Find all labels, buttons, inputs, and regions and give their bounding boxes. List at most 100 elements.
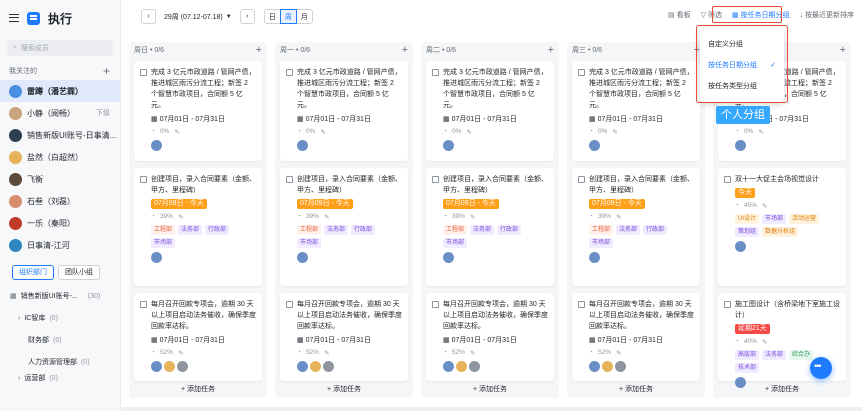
chevron-right-icon[interactable]: › bbox=[18, 375, 20, 382]
task-checkbox[interactable] bbox=[578, 301, 585, 308]
member-item[interactable]: 小静（阅畅） 下级 bbox=[0, 102, 120, 124]
add-task-icon[interactable]: + bbox=[402, 44, 408, 56]
task-checkbox[interactable] bbox=[286, 69, 293, 76]
task-card[interactable]: 创建项目，录入合同要素（金额、甲方、里程碑） 07月09日 - 今天 ◔ 39% ✎ 工程… bbox=[572, 168, 700, 286]
member-item[interactable]: 销售新版UI账号-日事清... bbox=[0, 124, 120, 146]
task-card[interactable]: 创建项目，录入合同要素（金额、甲方、里程碑） 07月09日 - 今天 ◔ 39% ✎ 工程… bbox=[134, 168, 262, 286]
edit-icon[interactable]: ✎ bbox=[762, 338, 767, 346]
tree-item-finance[interactable]: 财务部 (0) bbox=[0, 329, 120, 351]
tag-chip[interactable]: 法务部 bbox=[178, 225, 203, 235]
tag-chip[interactable]: 活动运营 bbox=[789, 214, 820, 224]
member-item[interactable]: 石叁（刘磊） bbox=[0, 190, 120, 212]
add-task-button[interactable]: + 添加任务 bbox=[567, 384, 705, 394]
edit-icon[interactable]: ✎ bbox=[612, 128, 617, 136]
avatar[interactable] bbox=[456, 361, 467, 372]
view-week-button[interactable]: 周 bbox=[279, 9, 297, 24]
add-task-icon[interactable]: + bbox=[256, 44, 262, 56]
tag-chip[interactable]: UI设计 bbox=[735, 214, 760, 224]
tag-chip[interactable]: 工程部 bbox=[589, 225, 614, 235]
next-week-button[interactable]: › bbox=[239, 9, 255, 24]
member-item[interactable]: 飞衡 bbox=[0, 168, 120, 190]
avatar[interactable] bbox=[443, 361, 454, 372]
edit-icon[interactable]: ✎ bbox=[762, 202, 767, 210]
tree-item-ic[interactable]: › IC智库 (0) bbox=[0, 307, 120, 329]
task-checkbox[interactable] bbox=[578, 69, 585, 76]
tab-team-group[interactable]: 团队小组 bbox=[58, 265, 100, 280]
edit-icon[interactable]: ✎ bbox=[758, 128, 763, 136]
tag-chip[interactable]: 市场部 bbox=[762, 214, 787, 224]
avatar[interactable] bbox=[177, 361, 188, 372]
task-checkbox[interactable] bbox=[578, 176, 585, 183]
task-card[interactable]: 双十一大促主会场视觉设计 今天 ◔ 45% ✎ UI设计 市场部 活动运营 策划组 数据分析组 bbox=[718, 168, 846, 286]
tag-chip[interactable]: 法务部 bbox=[470, 225, 495, 235]
tag-chip[interactable]: 法务部 bbox=[616, 225, 641, 235]
tree-item-root[interactable]: ▦ 销售新版UI账号-... (30) bbox=[0, 285, 120, 307]
task-card[interactable]: 完成 3 亿元市政道路 / 管网产债，推进城区雨污分流工程；新签 2 个智慧市政… bbox=[280, 61, 408, 161]
avatar[interactable] bbox=[443, 140, 454, 151]
avatar[interactable] bbox=[615, 361, 626, 372]
task-card[interactable]: 每月召开回款专项会，逾期 30 天以上项目启动法务催收，确保季度回款率达标。 ▦ … bbox=[572, 293, 700, 381]
avatar[interactable] bbox=[151, 140, 162, 151]
add-task-icon[interactable]: + bbox=[548, 44, 554, 56]
avatar[interactable] bbox=[297, 140, 308, 151]
avatar[interactable] bbox=[443, 252, 454, 263]
task-card[interactable]: 创建项目，录入合同要素（金额、甲方、里程碑） 07月09日 - 今天 ◔ 39% ✎ 工程… bbox=[426, 168, 554, 286]
board-view-button[interactable]: ▤ 看板 bbox=[668, 10, 691, 20]
tag-chip[interactable]: 数据分析组 bbox=[762, 227, 799, 237]
sort-button[interactable]: ↓ 按最近更新排序 bbox=[800, 10, 854, 20]
tag-chip[interactable]: 市场部 bbox=[443, 238, 468, 248]
menu-item-type-group[interactable]: 按任务类型分组 bbox=[700, 75, 784, 96]
tag-chip[interactable]: 技术部 bbox=[735, 363, 760, 373]
edit-icon[interactable]: ✎ bbox=[178, 213, 183, 221]
edit-icon[interactable]: ✎ bbox=[178, 349, 183, 357]
add-follow-icon[interactable]: + bbox=[103, 65, 110, 77]
task-card[interactable]: 每月召开回款专项会，逾期 30 天以上项目启动法务催收，确保季度回款率达标。 ▦ … bbox=[426, 293, 554, 381]
tag-chip[interactable]: 工程部 bbox=[151, 225, 176, 235]
avatar[interactable] bbox=[589, 252, 600, 263]
avatar[interactable] bbox=[735, 241, 746, 252]
menu-item-date-group[interactable]: 按任务日期分组 ✓ bbox=[700, 54, 784, 75]
task-checkbox[interactable] bbox=[432, 69, 439, 76]
tag-chip[interactable]: 综合办 bbox=[789, 350, 814, 360]
task-checkbox[interactable] bbox=[724, 176, 731, 183]
edit-icon[interactable]: ✎ bbox=[470, 349, 475, 357]
view-day-button[interactable]: 日 bbox=[263, 9, 281, 24]
task-card[interactable]: 每月召开回款专项会，逾期 30 天以上项目启动法务催收，确保季度回款率达标。 ▦ … bbox=[134, 293, 262, 381]
tag-chip[interactable]: 行政部 bbox=[497, 225, 522, 235]
tag-chip[interactable]: 工程部 bbox=[297, 225, 322, 235]
tag-chip[interactable]: 行政部 bbox=[205, 225, 230, 235]
tag-chip[interactable]: 市场部 bbox=[589, 238, 614, 248]
member-item[interactable]: 盐然（白超然） bbox=[0, 146, 120, 168]
add-task-icon[interactable]: + bbox=[840, 44, 846, 56]
add-task-button[interactable]: + 添加任务 bbox=[129, 384, 267, 394]
task-card[interactable]: 完成 3 亿元市政道路 / 管网产债，推进城区雨污分流工程；新签 2 个智慧市政… bbox=[134, 61, 262, 161]
avatar[interactable] bbox=[297, 252, 308, 263]
edit-icon[interactable]: ✎ bbox=[174, 128, 179, 136]
prev-week-button[interactable]: ‹ bbox=[141, 9, 156, 24]
task-checkbox[interactable] bbox=[432, 301, 439, 308]
avatar[interactable] bbox=[735, 140, 746, 151]
task-checkbox[interactable] bbox=[140, 301, 147, 308]
member-search-input[interactable]: ⌕ 搜索成员 bbox=[7, 40, 113, 56]
member-item[interactable]: 日事清-江河 bbox=[0, 234, 120, 256]
avatar[interactable] bbox=[589, 361, 600, 372]
task-card[interactable]: 创建项目，录入合同要素（金额、甲方、里程碑） 07月09日 - 今天 ◔ 39% ✎ 工程… bbox=[280, 168, 408, 286]
task-checkbox[interactable] bbox=[286, 176, 293, 183]
edit-icon[interactable]: ✎ bbox=[616, 349, 621, 357]
week-selector[interactable]: 29周 (07.12-07.18) ▼ bbox=[161, 9, 235, 24]
tree-item-hr[interactable]: 人力资源管理部 (0) bbox=[0, 351, 120, 373]
filter-button[interactable]: ▽ 筛选 bbox=[701, 10, 722, 20]
menu-item-custom-group[interactable]: 自定义分组 bbox=[700, 33, 784, 54]
avatar[interactable] bbox=[323, 361, 334, 372]
task-card[interactable]: 完成 3 亿元市政道路 / 管网产债，推进城区雨污分流工程；新签 2 个智慧市政… bbox=[426, 61, 554, 161]
tag-chip[interactable]: 市场部 bbox=[151, 238, 176, 248]
task-checkbox[interactable] bbox=[286, 301, 293, 308]
avatar[interactable] bbox=[589, 140, 600, 151]
edit-icon[interactable]: ✎ bbox=[320, 128, 325, 136]
avatar[interactable] bbox=[310, 361, 321, 372]
horizontal-scrollbar[interactable] bbox=[122, 407, 862, 411]
add-task-button[interactable]: + 添加任务 bbox=[275, 384, 413, 394]
member-item[interactable]: 一乐（秦阳） bbox=[0, 212, 120, 234]
avatar[interactable] bbox=[151, 361, 162, 372]
tag-chip[interactable]: 行政部 bbox=[643, 225, 668, 235]
